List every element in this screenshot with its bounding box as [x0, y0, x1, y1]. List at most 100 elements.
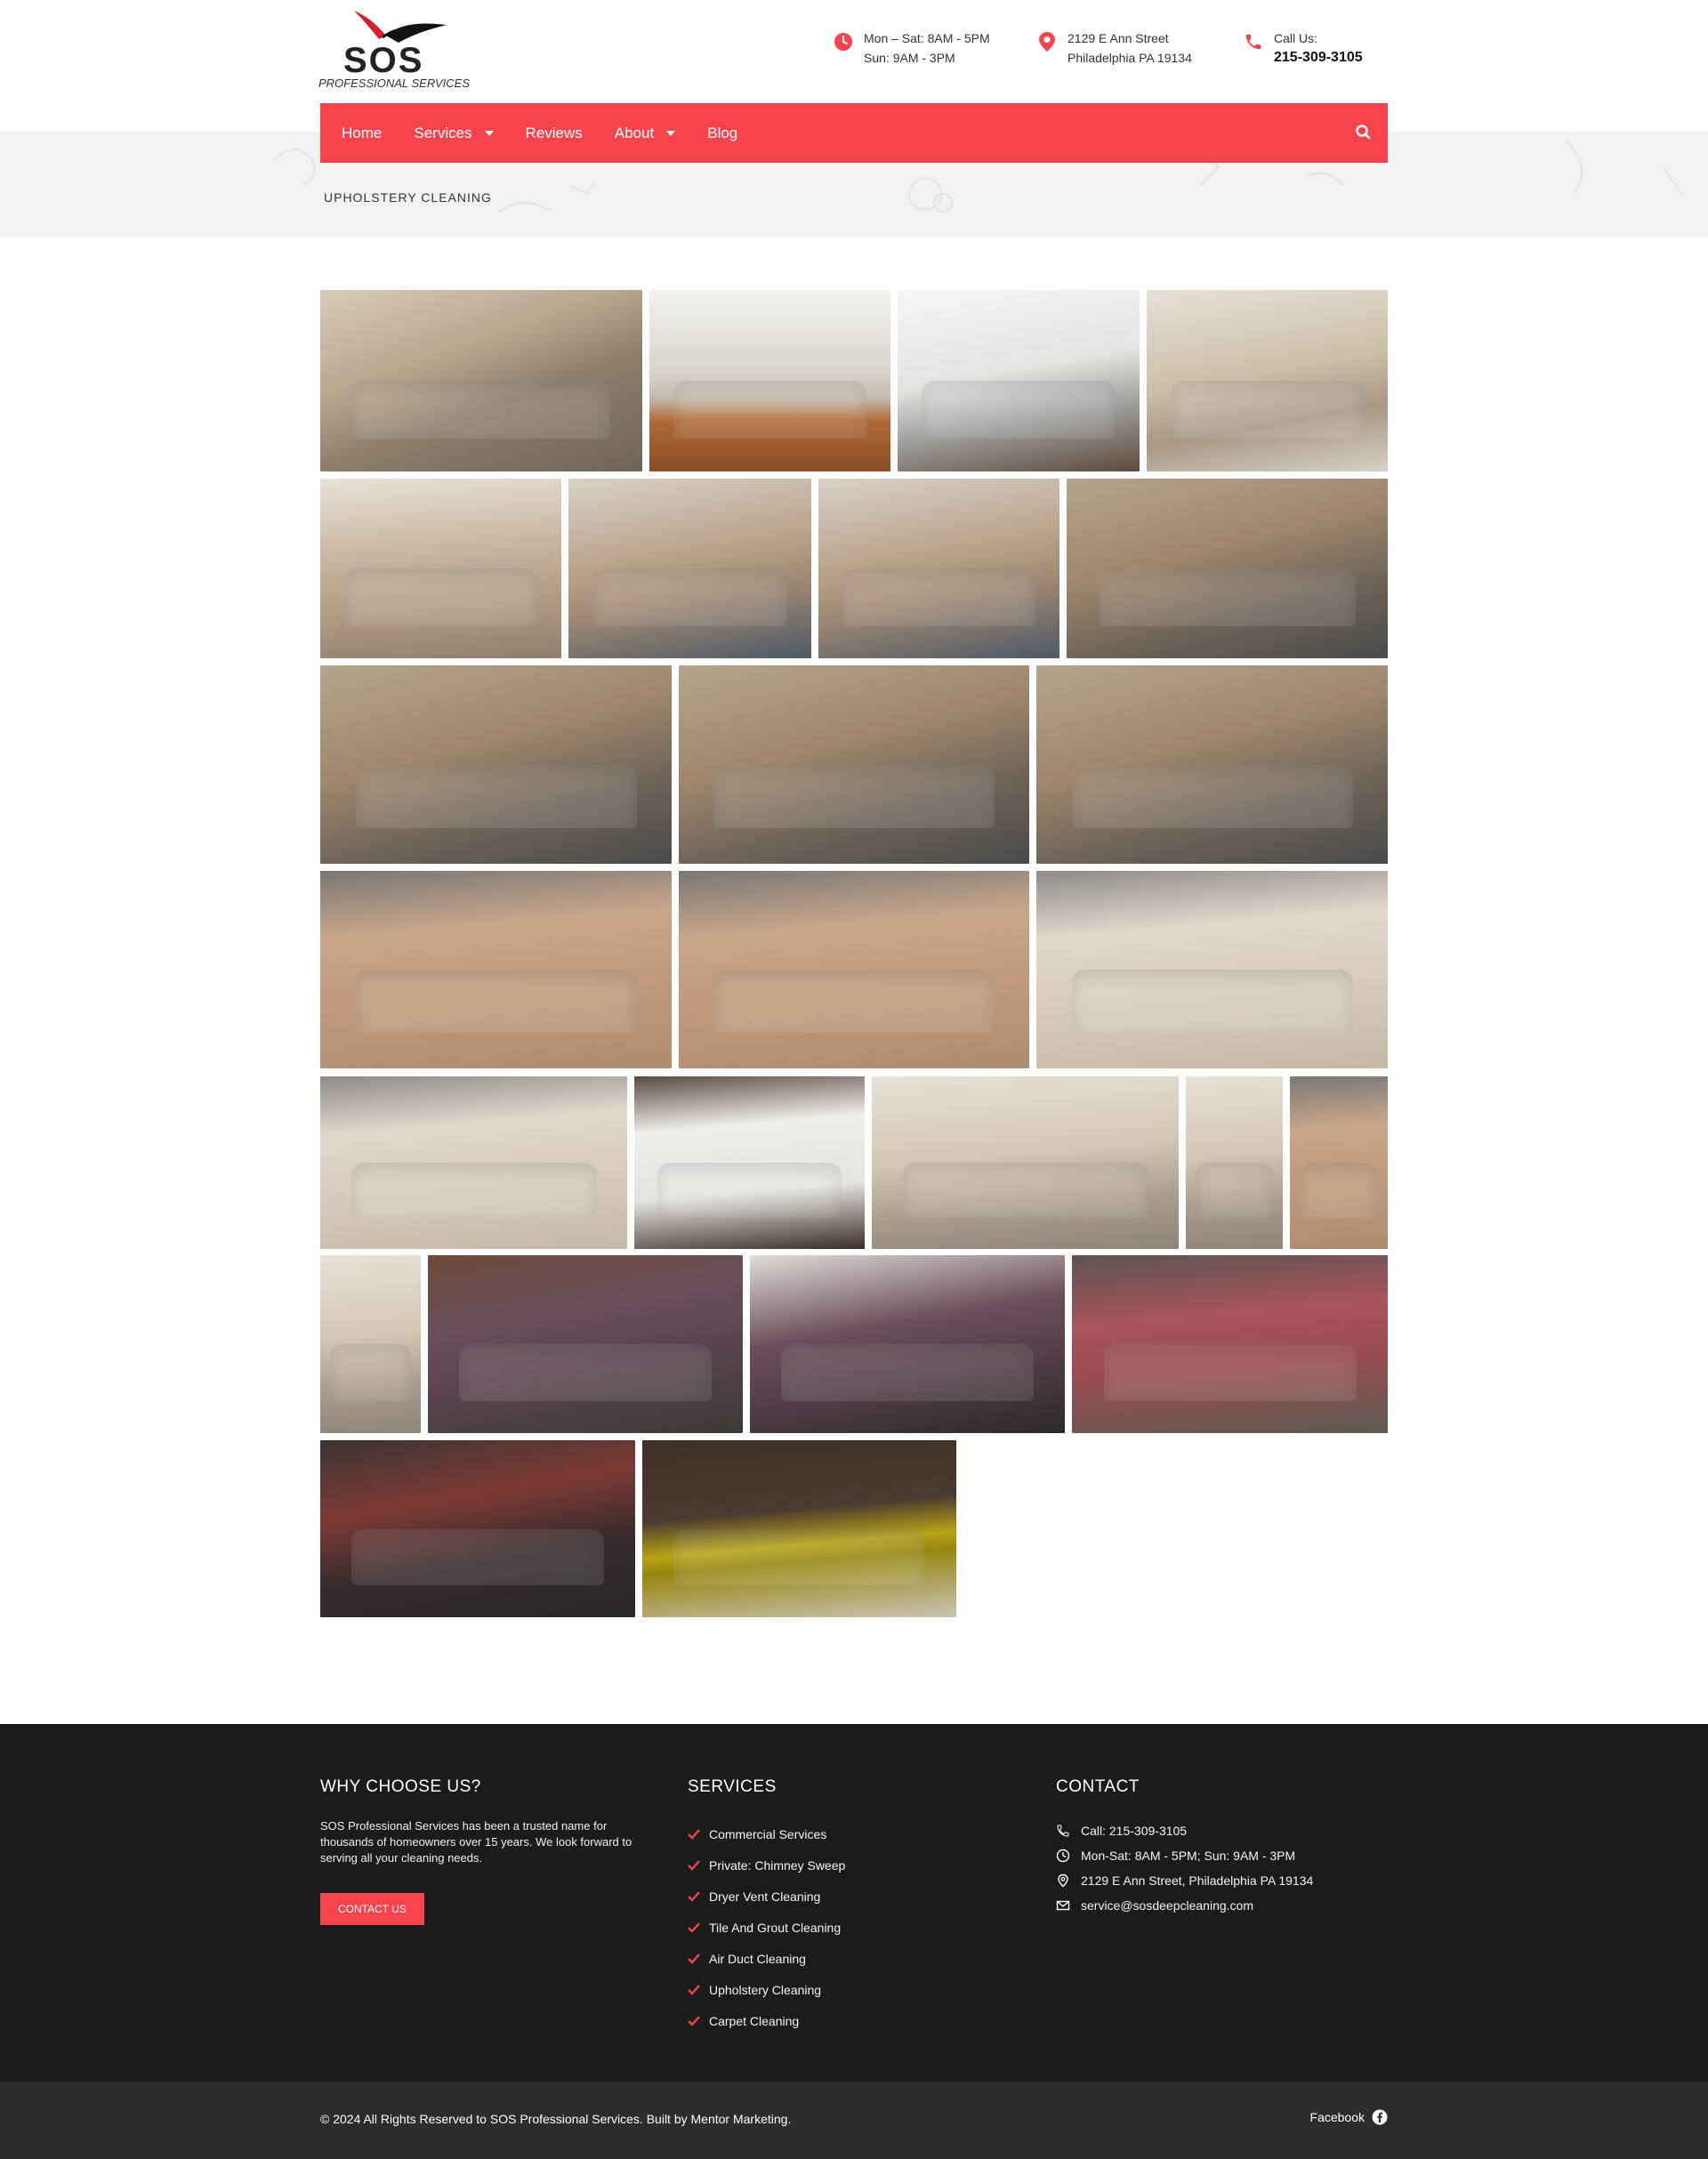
- gallery-photo[interactable]: [750, 1255, 1065, 1433]
- gallery-photo[interactable]: [679, 665, 1029, 864]
- chevron-down-icon: [484, 130, 494, 136]
- footer-contact-address: 2129 E Ann Street, Philadelphia PA 19134: [1056, 1868, 1313, 1893]
- footer-contact: CONTACT Call: 215-309-3105 Mon-Sat: 8AM …: [1056, 1777, 1313, 1918]
- header-hours: Mon – Sat: 8AM - 5PM Sun: 9AM - 3PM: [832, 28, 990, 68]
- service-label: Private: Chimney Sweep: [709, 1857, 846, 1873]
- phone-icon: [1242, 30, 1265, 53]
- copyright-text: © 2024 All Rights Reserved to SOS Profes…: [320, 2112, 792, 2126]
- logo-tagline: PROFESSIONAL SERVICES: [318, 77, 471, 90]
- footer-service-link[interactable]: Upholstery Cleaning: [688, 1974, 845, 2005]
- gallery-photo[interactable]: [320, 1440, 635, 1617]
- gallery-photo[interactable]: [320, 871, 672, 1068]
- nav-label: About: [614, 124, 655, 141]
- footer-service-link[interactable]: Air Duct Cleaning: [688, 1943, 845, 1974]
- gallery-photo[interactable]: [649, 290, 890, 471]
- gallery-photo[interactable]: [1036, 665, 1388, 864]
- check-icon: [688, 1984, 700, 1995]
- contact-text: Mon-Sat: 8AM - 5PM; Sun: 9AM - 3PM: [1081, 1849, 1296, 1863]
- gallery-photo[interactable]: [1147, 290, 1388, 471]
- contact-text: service@sosdeepcleaning.com: [1081, 1898, 1253, 1913]
- footer-service-link[interactable]: Carpet Cleaning: [688, 2005, 845, 2036]
- nav-label: Home: [342, 124, 383, 141]
- footer-heading: WHY CHOOSE US?: [320, 1777, 481, 1796]
- location-icon: [1058, 1873, 1068, 1888]
- wing-logo-icon: [354, 11, 447, 43]
- check-icon: [688, 2015, 700, 2026]
- nav-item-services[interactable]: Services: [414, 124, 494, 142]
- footer-contact-email[interactable]: service@sosdeepcleaning.com: [1056, 1893, 1313, 1918]
- facebook-label: Facebook: [1309, 2110, 1365, 2124]
- gallery-photo[interactable]: [1067, 479, 1388, 658]
- main-nav: Home Services Reviews About Blog: [320, 103, 1388, 163]
- footer-heading: CONTACT: [1056, 1777, 1140, 1796]
- footer-contact-phone[interactable]: Call: 215-309-3105: [1056, 1818, 1313, 1843]
- facebook-icon: [1372, 2109, 1388, 2125]
- footer-heading: SERVICES: [688, 1777, 777, 1796]
- gallery-photo[interactable]: [642, 1440, 956, 1617]
- logo-wordmark: SOS: [343, 41, 424, 80]
- gallery-photo[interactable]: [320, 1255, 421, 1433]
- check-icon: [688, 1890, 700, 1902]
- nav-item-home[interactable]: Home: [342, 125, 382, 142]
- contact-text: Call: 215-309-3105: [1081, 1824, 1188, 1838]
- nav-item-reviews[interactable]: Reviews: [526, 125, 583, 142]
- header-call[interactable]: Call Us: 215-309-3105: [1242, 28, 1363, 68]
- header-address: 2129 E Ann Street Philadelphia PA 19134: [1035, 28, 1192, 68]
- service-label: Commercial Services: [709, 1826, 827, 1841]
- sub-footer: © 2024 All Rights Reserved to SOS Profes…: [0, 2082, 1708, 2159]
- footer-why-choose-us: WHY CHOOSE US? SOS Professional Services…: [320, 1777, 658, 1925]
- service-label: Upholstery Cleaning: [709, 1982, 822, 1997]
- footer-services: SERVICES Commercial Services Private: Ch…: [688, 1777, 845, 2036]
- nav-item-blog[interactable]: Blog: [707, 125, 737, 142]
- gallery-photo[interactable]: [679, 871, 1029, 1068]
- address-line-2: Philadelphia PA 19134: [1068, 51, 1192, 65]
- gallery-photo[interactable]: [634, 1076, 865, 1249]
- gallery-photo[interactable]: [818, 479, 1059, 658]
- gallery-photo[interactable]: [320, 1076, 627, 1249]
- site-footer: WHY CHOOSE US? SOS Professional Services…: [0, 1724, 1708, 2082]
- nav-item-about[interactable]: About: [614, 124, 676, 142]
- footer-service-link[interactable]: Tile And Grout Cleaning: [688, 1912, 845, 1943]
- gallery-photo[interactable]: [1072, 1255, 1388, 1433]
- gallery-photo[interactable]: [320, 665, 672, 864]
- clock-icon: [832, 30, 855, 53]
- contact-us-button[interactable]: CONTACT US: [320, 1893, 424, 1925]
- nav-label: Blog: [707, 124, 738, 141]
- call-label: Call Us:: [1274, 31, 1318, 45]
- page-title: UPHOLSTERY CLEANING: [324, 190, 492, 205]
- facebook-link[interactable]: Facebook: [1310, 2109, 1388, 2125]
- gallery-photo[interactable]: [872, 1076, 1179, 1249]
- hours-line-1: Mon – Sat: 8AM - 5PM: [864, 31, 990, 45]
- map-pin-icon: [1035, 30, 1059, 53]
- search-icon[interactable]: [1354, 123, 1374, 142]
- gallery-photo[interactable]: [320, 479, 561, 658]
- service-label: Air Duct Cleaning: [709, 1951, 806, 1966]
- call-number[interactable]: 215-309-3105: [1274, 48, 1363, 68]
- footer-about-text: SOS Professional Services has been a tru…: [320, 1819, 632, 1865]
- gallery-photo[interactable]: [568, 479, 811, 658]
- check-icon: [688, 1859, 700, 1871]
- footer-service-link[interactable]: Dryer Vent Cleaning: [688, 1881, 845, 1912]
- chevron-down-icon: [666, 130, 676, 136]
- hours-line-2: Sun: 9AM - 3PM: [864, 51, 955, 65]
- gallery-photo[interactable]: [1186, 1076, 1283, 1249]
- site-logo[interactable]: SOS PROFESSIONAL SERVICES: [318, 9, 470, 91]
- phone-icon: [1057, 1825, 1069, 1837]
- envelope-icon: [1056, 1900, 1070, 1911]
- footer-service-link[interactable]: Private: Chimney Sweep: [688, 1849, 845, 1881]
- gallery-photo[interactable]: [428, 1255, 743, 1433]
- footer-service-link[interactable]: Commercial Services: [688, 1818, 845, 1849]
- check-icon: [688, 1953, 700, 1964]
- service-label: Tile And Grout Cleaning: [709, 1920, 842, 1935]
- gallery-photo[interactable]: [898, 290, 1140, 471]
- gallery-photo[interactable]: [320, 290, 642, 471]
- clock-icon: [1056, 1849, 1070, 1863]
- check-icon: [688, 1921, 700, 1933]
- gallery-photo[interactable]: [1290, 1076, 1388, 1249]
- check-icon: [688, 1828, 700, 1840]
- address-line-1: 2129 E Ann Street: [1068, 31, 1169, 45]
- service-label: Dryer Vent Cleaning: [709, 1889, 821, 1904]
- contact-text: 2129 E Ann Street, Philadelphia PA 19134: [1081, 1873, 1314, 1888]
- nav-label: Services: [414, 124, 472, 141]
- gallery-photo[interactable]: [1036, 871, 1388, 1068]
